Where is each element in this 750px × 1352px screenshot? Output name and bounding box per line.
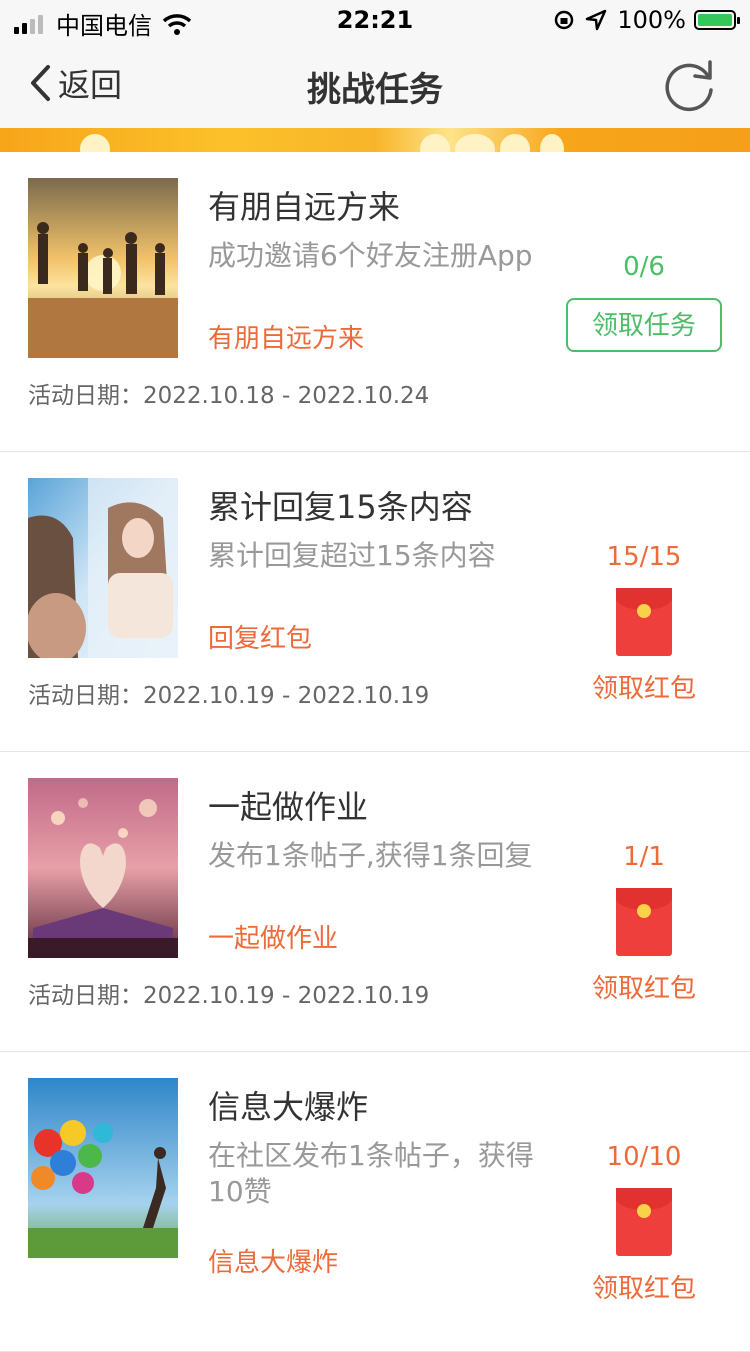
claim-red-envelope-button[interactable]: 领取红包 bbox=[538, 1268, 750, 1305]
red-envelope-icon[interactable] bbox=[616, 1188, 672, 1256]
task-progress: 0/6 bbox=[623, 252, 665, 282]
task-title: 累计回复15条内容 bbox=[208, 488, 473, 526]
claim-red-envelope-button[interactable]: 领取红包 bbox=[538, 968, 750, 1005]
location-arrow-icon bbox=[586, 9, 607, 31]
refresh-icon[interactable] bbox=[660, 54, 720, 114]
status-right: 100% bbox=[553, 6, 740, 34]
task-card[interactable]: 信息大爆炸 在社区发布1条帖子，获得10赞 信息大爆炸 10/10 领取红包 bbox=[0, 1052, 750, 1352]
task-card[interactable]: 累计回复15条内容 累计回复超过15条内容 回复红包 活动日期：2022.10.… bbox=[0, 452, 750, 752]
task-thumbnail bbox=[28, 778, 178, 958]
task-tag: 一起做作业 bbox=[208, 924, 339, 954]
header-banner bbox=[0, 128, 750, 152]
task-date: 活动日期：2022.10.19 - 2022.10.19 bbox=[28, 683, 430, 709]
task-tag: 回复红包 bbox=[208, 624, 313, 654]
task-description: 累计回复超过15条内容 bbox=[208, 539, 496, 572]
battery-percent: 100% bbox=[617, 6, 686, 34]
nav-bar: 返回 挑战任务 bbox=[0, 40, 750, 128]
task-tag: 信息大爆炸 bbox=[208, 1248, 339, 1278]
task-card[interactable]: 有朋自远方来 成功邀请6个好友注册App 有朋自远方来 活动日期：2022.10… bbox=[0, 152, 750, 452]
red-envelope-icon[interactable] bbox=[616, 888, 672, 956]
page-title: 挑战任务 bbox=[307, 70, 443, 110]
task-date: 活动日期：2022.10.18 - 2022.10.24 bbox=[28, 383, 430, 409]
status-bar: 中国电信 22:21 100% bbox=[0, 0, 750, 40]
claim-red-envelope-button[interactable]: 领取红包 bbox=[538, 668, 750, 705]
task-date: 活动日期：2022.10.19 - 2022.10.19 bbox=[28, 983, 430, 1009]
task-thumbnail bbox=[28, 1078, 178, 1258]
task-list: 有朋自远方来 成功邀请6个好友注册App 有朋自远方来 活动日期：2022.10… bbox=[0, 152, 750, 1352]
task-title: 一起做作业 bbox=[208, 788, 369, 826]
task-description: 在社区发布1条帖子，获得10赞 bbox=[208, 1139, 534, 1208]
task-title: 信息大爆炸 bbox=[208, 1088, 369, 1126]
task-progress: 1/1 bbox=[623, 842, 665, 872]
rotation-lock-icon bbox=[555, 10, 574, 30]
claim-task-button[interactable]: 领取任务 bbox=[566, 298, 722, 352]
task-thumbnail bbox=[28, 478, 178, 658]
task-description: 成功邀请6个好友注册App bbox=[208, 239, 533, 272]
task-tag: 有朋自远方来 bbox=[208, 324, 365, 354]
task-progress: 15/15 bbox=[606, 542, 682, 572]
battery-icon bbox=[694, 10, 740, 30]
task-description: 发布1条帖子,获得1条回复 bbox=[208, 839, 533, 872]
task-thumbnail bbox=[28, 178, 178, 358]
red-envelope-icon[interactable] bbox=[616, 588, 672, 656]
task-progress: 10/10 bbox=[606, 1142, 682, 1172]
task-title: 有朋自远方来 bbox=[208, 188, 401, 226]
task-card[interactable]: 一起做作业 发布1条帖子,获得1条回复 一起做作业 活动日期：2022.10.1… bbox=[0, 752, 750, 1052]
